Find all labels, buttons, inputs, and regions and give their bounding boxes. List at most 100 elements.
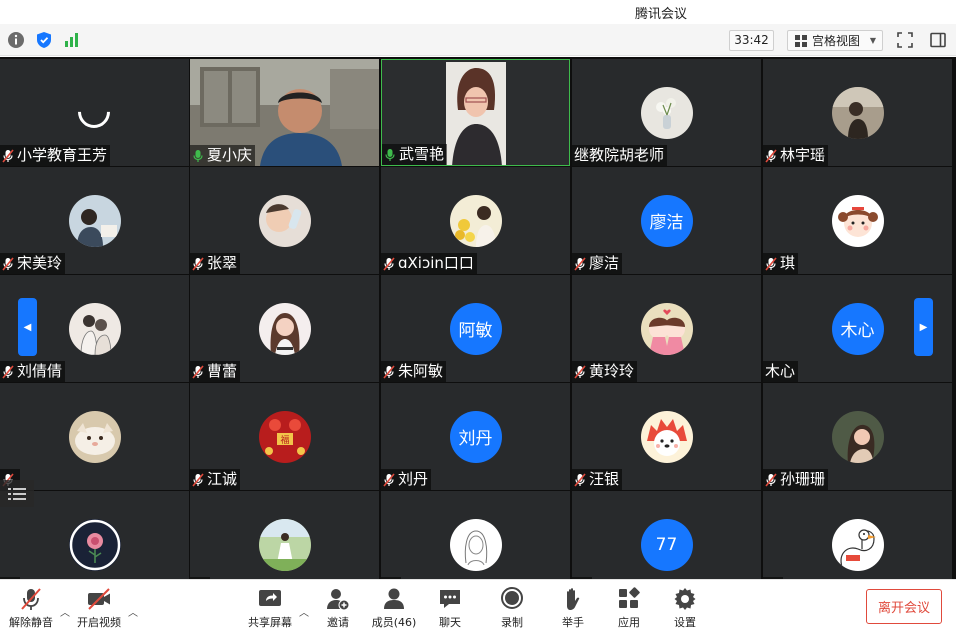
participant-tile[interactable]: 孙珊珊 — [763, 383, 952, 490]
participant-tile[interactable]: 刘丹 刘丹 — [381, 383, 570, 490]
participant-grid: 小学教育王芳 夏小庆 武雪艳 继教院胡老师 林宇瑶宋美玲 张翠 ɑXiↄin口口 廖洁 廖洁琪刘… — [0, 57, 956, 579]
invite-label: 邀请 — [327, 616, 349, 629]
participant-nameplate: ɑXiↄin口口 — [381, 253, 477, 274]
invite-button[interactable]: 邀请 — [310, 586, 366, 632]
participant-tile[interactable] — [763, 491, 952, 579]
share-options-chevron-icon[interactable]: ︿ — [299, 604, 309, 619]
participant-nameplate: 继教院胡老师 — [572, 145, 668, 166]
mic-muted-icon — [574, 256, 589, 271]
participant-tile[interactable]: 夏小庆 — [190, 59, 379, 166]
participant-tile[interactable]: 宋美玲 — [0, 167, 189, 274]
settings-button[interactable]: 设置 — [657, 586, 713, 632]
members-label: 成员(46) — [371, 616, 417, 629]
participant-tile[interactable] — [190, 491, 379, 579]
participant-tile[interactable]: 阿敏 朱阿敏 — [381, 275, 570, 382]
top-toolbar: 33:42 宫格视图 ▼ — [0, 24, 956, 56]
avatar — [831, 518, 884, 571]
next-page-button[interactable]: ▶ — [914, 298, 933, 356]
participant-nameplate: 小学教育王芳 — [0, 145, 111, 166]
info-icon[interactable] — [7, 31, 25, 49]
participant-nameplate: 夏小庆 — [190, 145, 256, 166]
chat-button[interactable]: 聊天 — [422, 586, 478, 632]
raise-hand-button[interactable]: 举手 — [545, 586, 601, 632]
participant-nameplate: 宋美玲 — [0, 253, 66, 274]
avatar: 阿敏 — [449, 302, 502, 355]
participant-tile[interactable]: 继教院胡老师 — [572, 59, 761, 166]
avatar — [68, 194, 121, 247]
participant-tile[interactable]: 黄玲玲 — [572, 275, 761, 382]
participant-tile[interactable]: 琪 — [763, 167, 952, 274]
mic-muted-icon — [765, 148, 780, 163]
participant-nameplate: 黄玲玲 — [572, 361, 638, 382]
avatar — [449, 518, 502, 571]
prev-page-button[interactable]: ◀ — [18, 298, 37, 356]
avatar — [831, 86, 884, 139]
title-bar: 腾讯会议 — [0, 0, 956, 24]
chevron-right-icon: ▶ — [919, 321, 928, 333]
participant-tile[interactable]: 武雪艳 — [381, 59, 570, 166]
mic-muted-icon — [192, 256, 207, 271]
participant-tile[interactable] — [381, 491, 570, 579]
record-button[interactable]: 录制 — [484, 586, 540, 632]
participant-name: 江诚 — [207, 470, 238, 488]
sidebar-toggle-icon[interactable] — [929, 31, 947, 49]
mic-muted-icon — [765, 472, 780, 487]
participant-tile[interactable]: 廖洁 廖洁 — [572, 167, 761, 274]
apps-label: 应用 — [618, 616, 640, 629]
unmute-button[interactable]: 解除静音 — [3, 586, 59, 632]
participant-nameplate: 武雪艳 — [382, 144, 448, 165]
fullscreen-icon[interactable] — [896, 31, 914, 49]
leave-meeting-button[interactable]: 离开会议 — [866, 589, 942, 624]
participant-nameplate: 刘倩倩 — [0, 361, 66, 382]
share-screen-icon — [259, 590, 281, 606]
signal-icon[interactable] — [63, 31, 81, 49]
participant-tile[interactable]: 小学教育王芳 — [0, 59, 189, 166]
unmute-label: 解除静音 — [9, 616, 53, 629]
participant-name: 汪银 — [589, 470, 620, 488]
invite-icon — [327, 589, 350, 611]
participant-tile[interactable]: 曹蕾 — [190, 275, 379, 382]
participant-tile[interactable]: 汪银 — [572, 383, 761, 490]
audio-options-chevron-icon[interactable]: ︿ — [60, 604, 70, 619]
participant-tile[interactable]: 张翠 — [190, 167, 379, 274]
participant-name: 琪 — [780, 254, 796, 272]
camera-off-icon — [88, 588, 110, 610]
record-icon — [501, 587, 523, 609]
participant-name: 小学教育王芳 — [17, 146, 108, 164]
share-screen-button[interactable]: 共享屏幕 — [242, 586, 298, 632]
list-view-button[interactable] — [0, 480, 34, 507]
participant-nameplate: 张翠 — [190, 253, 241, 274]
participant-tile[interactable]: 77 — [572, 491, 761, 579]
participant-name: 刘倩倩 — [17, 362, 63, 380]
participant-nameplate: 林宇瑶 — [763, 145, 829, 166]
participant-nameplate: 刘丹 — [381, 469, 432, 490]
members-button[interactable]: 成员(46) — [366, 586, 422, 632]
avatar — [68, 302, 121, 355]
participant-tile[interactable]: 福江诚 — [190, 383, 379, 490]
video-options-chevron-icon[interactable]: ︿ — [128, 604, 138, 619]
avatar — [258, 194, 311, 247]
view-mode-dropdown[interactable]: 宫格视图 ▼ — [787, 30, 883, 51]
chat-label: 聊天 — [439, 616, 461, 629]
apps-button[interactable]: 应用 — [601, 586, 657, 632]
participant-name: 曹蕾 — [207, 362, 238, 380]
mic-muted-icon — [21, 588, 41, 610]
mic-muted-icon — [2, 364, 17, 379]
share-screen-label: 共享屏幕 — [248, 616, 292, 629]
avatar — [831, 410, 884, 463]
chevron-down-icon: ▼ — [869, 36, 876, 45]
loading-spinner-icon — [71, 89, 117, 135]
avatar — [258, 302, 311, 355]
participant-name: 林宇瑶 — [780, 146, 826, 164]
bottom-control-bar: 解除静音 ︿ 开启视频 ︿ 共享屏幕 ︿ 邀请 成员(46) 聊天 录制 举手 … — [0, 579, 956, 632]
participant-nameplate: 孙珊珊 — [763, 469, 829, 490]
mic-muted-icon — [192, 364, 207, 379]
participant-tile[interactable] — [0, 383, 189, 490]
participant-tile[interactable]: ɑXiↄin口口 — [381, 167, 570, 274]
participant-name: 继教院胡老师 — [574, 146, 665, 164]
start-video-button[interactable]: 开启视频 — [71, 586, 127, 632]
participant-tile[interactable]: 林宇瑶 — [763, 59, 952, 166]
participant-name: 孙珊珊 — [780, 470, 826, 488]
shield-icon[interactable] — [35, 31, 53, 49]
participant-name: 武雪艳 — [399, 145, 445, 163]
